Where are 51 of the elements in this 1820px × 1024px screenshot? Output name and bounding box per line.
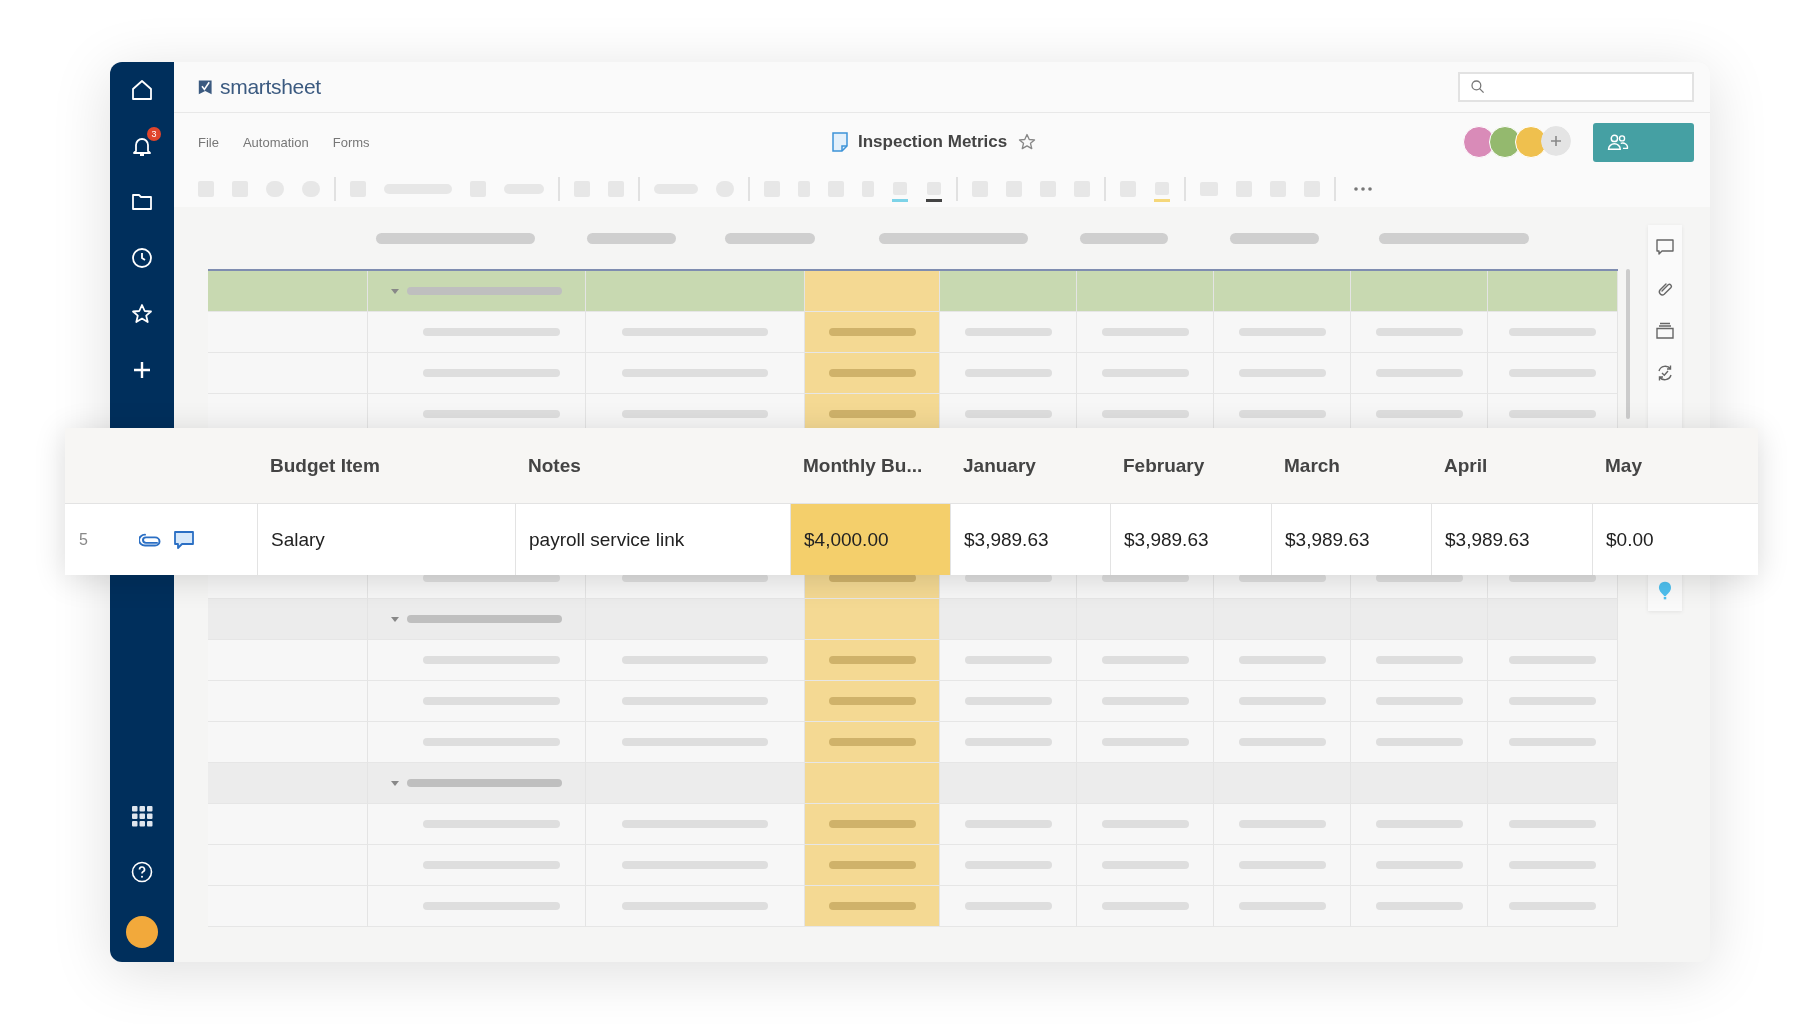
table-cell[interactable]: Salary [257,504,515,575]
caret-icon[interactable] [391,616,399,622]
stack-icon[interactable] [1655,321,1675,341]
sheet-icon [832,132,848,152]
add-collaborator-icon[interactable] [1541,126,1571,156]
share-button[interactable] [1593,122,1694,162]
user-avatar[interactable] [126,916,158,948]
table-cell[interactable]: $3,989.63 [1110,504,1271,575]
clock-icon[interactable] [130,246,154,270]
toolbar-placeholder [926,182,942,202]
column-header[interactable]: Notes [515,428,790,503]
table-cell[interactable]: $3,989.63 [1431,504,1592,575]
logo-wordmark: smartsheet [220,75,321,99]
search-icon [1470,79,1486,95]
table-cell[interactable]: $3,989.63 [1271,504,1431,575]
column-header[interactable]: May [1592,428,1758,503]
group-row[interactable] [208,763,1618,804]
column-header[interactable]: Budget Item [257,428,515,503]
scrollbar[interactable] [1626,269,1630,419]
app-grid-icon[interactable] [130,804,154,828]
column-header[interactable]: April [1431,428,1592,503]
column-header[interactable]: February [1110,428,1271,503]
sync-check-icon[interactable] [1655,363,1675,383]
row-number: 5 [79,530,89,549]
comment-icon[interactable] [173,528,195,551]
menu-item[interactable]: File [198,134,219,150]
sheet-title: Inspection Metrics [858,132,1008,152]
home-icon[interactable] [130,78,154,102]
table-cell[interactable]: $4,000.00 [790,504,950,575]
comment-icon[interactable] [1655,237,1675,257]
toolbar-placeholder [892,182,908,202]
menu-item[interactable]: Forms [332,134,370,150]
group-row[interactable] [208,271,1618,312]
column-header[interactable]: Monthly Bu... [790,428,950,503]
column-header[interactable]: January [950,428,1110,503]
star-icon[interactable] [130,302,154,326]
group-row[interactable] [208,599,1618,640]
logo-icon [198,79,214,95]
star-icon[interactable] [1017,132,1038,152]
caret-icon[interactable] [391,780,399,786]
menu-item[interactable]: Automation [242,134,309,150]
column-header[interactable]: March [1271,428,1431,503]
help-icon[interactable] [130,860,154,884]
more-icon[interactable] [1354,187,1372,191]
search-field[interactable] [1458,72,1694,102]
toolbar-placeholder [1154,182,1170,202]
notification-badge: 3 [147,127,161,141]
table-cell[interactable]: $0.00 [1592,504,1758,575]
table-cell[interactable]: $3,989.63 [950,504,1110,575]
people-icon [1607,133,1629,151]
caret-icon[interactable] [391,288,399,294]
